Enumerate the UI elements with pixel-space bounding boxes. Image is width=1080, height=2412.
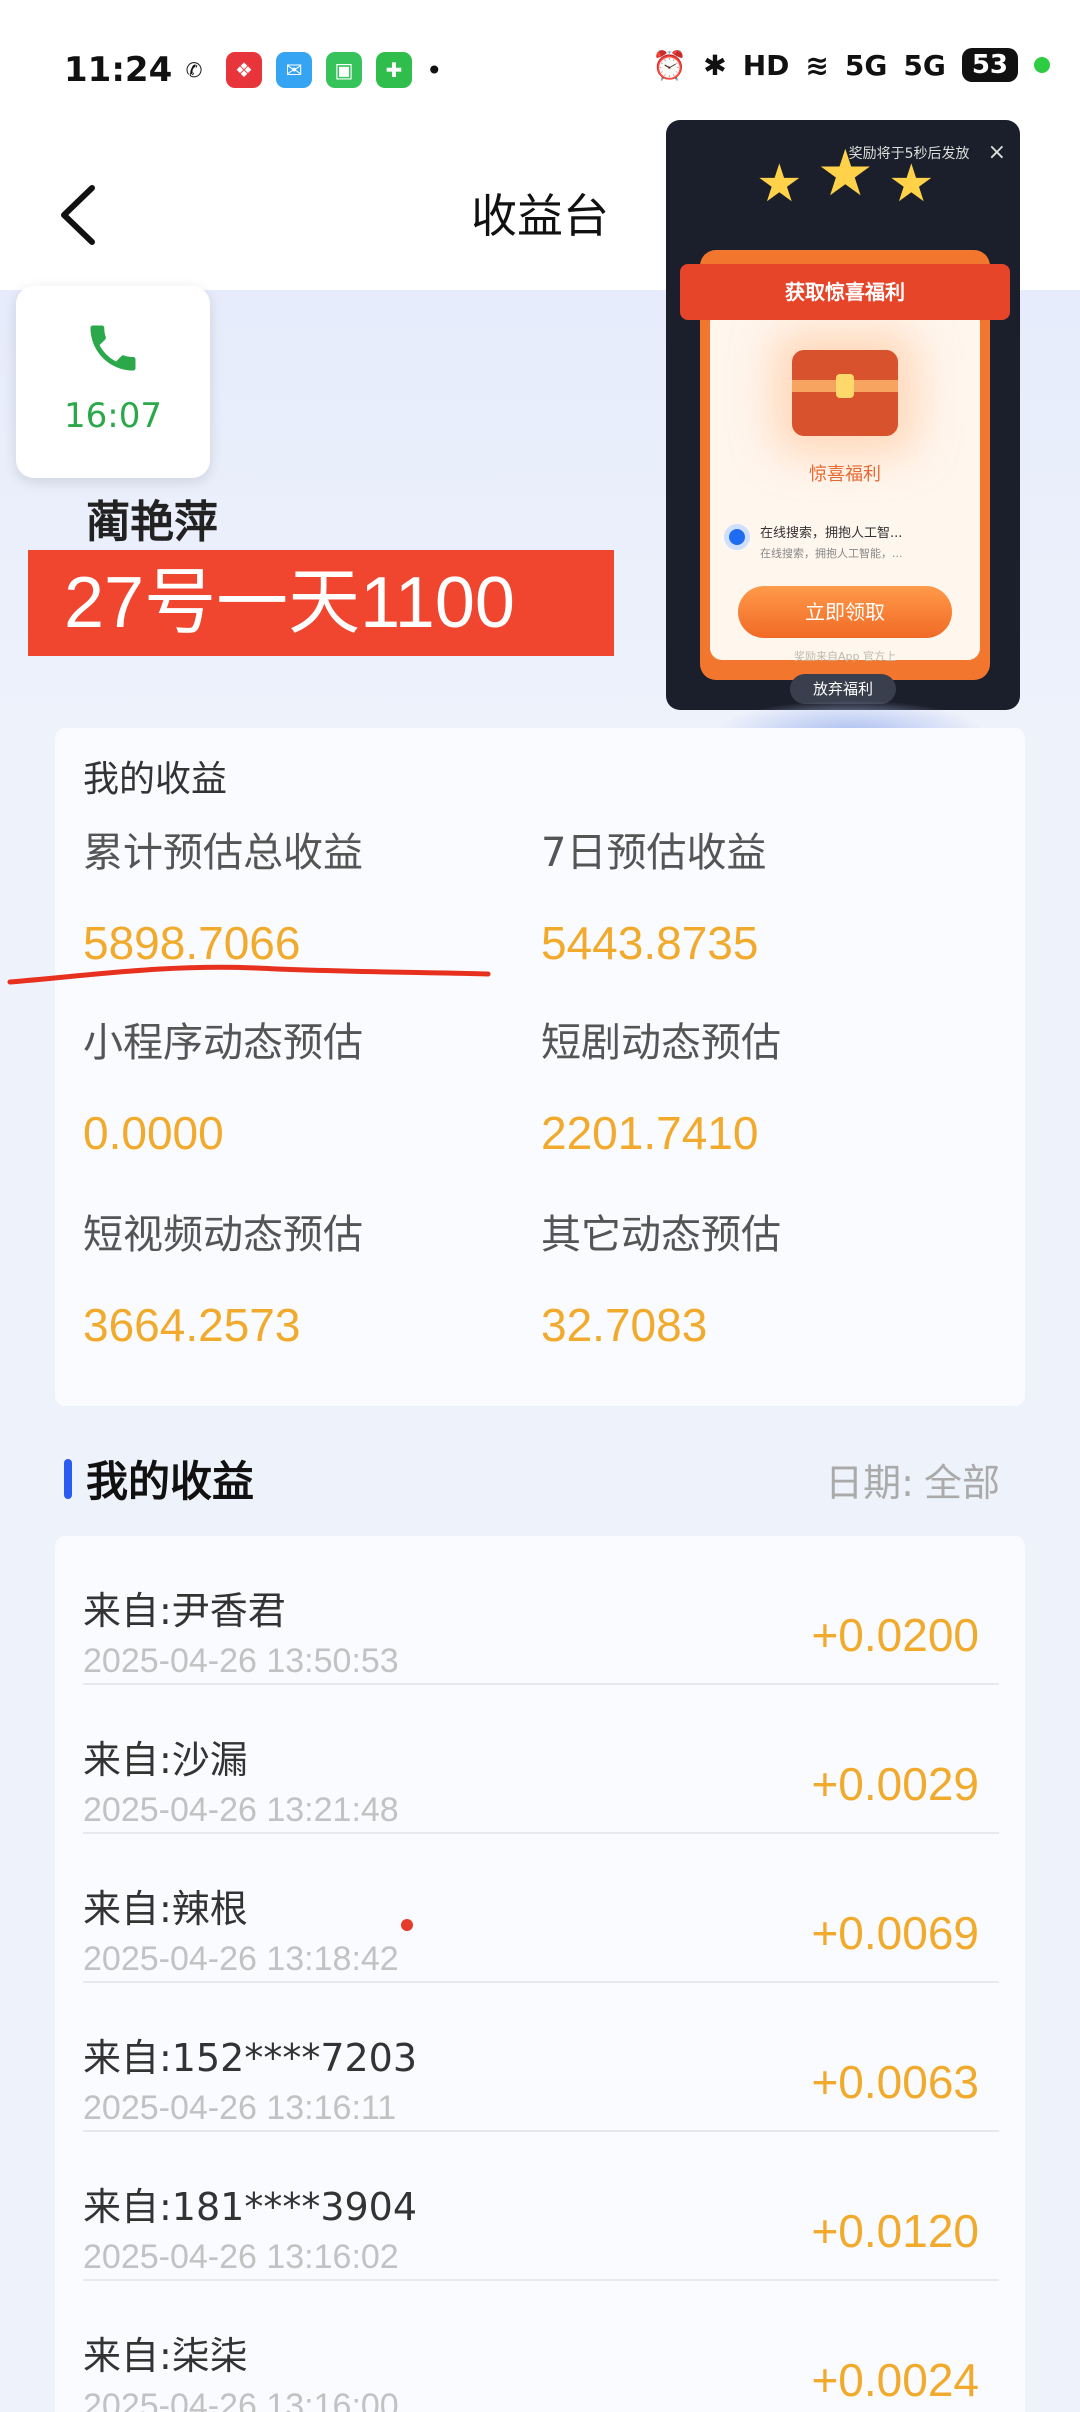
reward-card-inner: 惊喜福利 在线搜索，拥抱人工智... 在线搜索，拥抱人工智能，... 立即领取 …	[710, 310, 980, 663]
reward-ribbon: 获取惊喜福利	[680, 264, 1010, 320]
date-filter[interactable]: 日期: 全部	[825, 1452, 1000, 1507]
app-green-shop-icon: ✚	[376, 52, 412, 88]
claim-button[interactable]: 立即领取	[738, 586, 952, 638]
stat-label: 7日预估收益	[541, 830, 767, 876]
title-accent-bar	[64, 1458, 72, 1499]
signal-5g-1-icon: 5G	[844, 48, 888, 82]
bluetooth-icon: ✱	[703, 48, 727, 82]
row-amount: +0.0120	[811, 2205, 979, 2257]
row-source: 来自:尹香君	[83, 1589, 286, 1633]
wechat-icon: ✆	[176, 52, 212, 88]
row-source: 来自:152****7203	[83, 2036, 418, 2080]
red-underline-annotation	[7, 964, 491, 985]
list-item[interactable]: 来自:181****3904 2025-04-26 13:16:02 +0.01…	[83, 2132, 999, 2281]
stat-short-drama: 短剧动态预估 2201.7410	[541, 1010, 981, 1160]
app-promo-title: 在线搜索，拥抱人工智...	[760, 526, 903, 541]
list-item[interactable]: 来自:沙漏 2025-04-26 13:21:48 +0.0029	[83, 1685, 999, 1834]
reward-popup: 奖励将于5秒后发放 × ★ ★ ★ 惊喜福利 在线搜索，拥抱人工智... 在线搜…	[666, 120, 1020, 710]
summary-heading: 我的收益	[83, 759, 228, 800]
stat-label: 小程序动态预估	[83, 1020, 363, 1066]
reward-footer: 奖励来自App 官方上	[794, 650, 896, 663]
list-item[interactable]: 来自:辣根 2025-04-26 13:18:42 +0.0069	[83, 1834, 999, 1983]
row-amount: +0.0063	[811, 2056, 979, 2108]
row-time: 2025-04-26 13:50:53	[83, 1642, 399, 1680]
list-item[interactable]: 来自:柒柒 2025-04-26 13:16:00 +0.0024	[83, 2281, 999, 2412]
wifi-icon: ≋	[805, 48, 829, 82]
section-title-text: 我的收益	[86, 1457, 255, 1506]
date-filter-label: 日期:	[825, 1461, 914, 1505]
battery-icon: 53	[961, 48, 1018, 82]
promo-banner: 27号一天1100	[28, 550, 614, 656]
date-filter-value: 全部	[923, 1461, 1000, 1505]
stat-value: 32.7083	[541, 1299, 708, 1351]
row-amount: +0.0200	[811, 1609, 979, 1661]
stat-label: 其它动态预估	[541, 1212, 781, 1258]
floating-call-widget[interactable]: 16:07	[16, 286, 210, 478]
stat-miniprogram: 小程序动态预估 0.0000	[83, 1010, 523, 1160]
row-time: 2025-04-26 13:21:48	[83, 1791, 399, 1829]
app-promo-subtitle: 在线搜索，拥抱人工智能，...	[760, 547, 903, 560]
privacy-indicator-dot	[1034, 57, 1050, 73]
stat-value: 2201.7410	[541, 1107, 759, 1159]
stat-value: 3664.2573	[83, 1299, 301, 1351]
app-promo-row: 在线搜索，拥抱人工智... 在线搜索，拥抱人工智能，...	[724, 524, 903, 564]
stat-label: 短视频动态预估	[83, 1212, 363, 1258]
search-app-icon	[724, 524, 750, 550]
status-indicators: ⏰ ✱ HD ≋ 5G 5G 53	[652, 48, 1050, 82]
hd-icon: HD	[742, 48, 790, 82]
alarm-icon: ⏰	[652, 48, 688, 82]
phone-icon	[16, 318, 210, 382]
stat-other: 其它动态预估 32.7083	[541, 1202, 981, 1352]
stars-decoration: ★ ★ ★	[756, 142, 935, 214]
row-amount: +0.0069	[811, 1907, 979, 1959]
close-icon[interactable]: ×	[988, 140, 1006, 165]
row-amount: +0.0024	[811, 2354, 979, 2406]
reward-subtitle: 惊喜福利	[809, 464, 881, 485]
star-icon: ★	[816, 137, 874, 211]
row-amount: +0.0029	[811, 1758, 979, 1810]
status-time: 11:24	[64, 50, 173, 90]
list-item[interactable]: 来自:尹香君 2025-04-26 13:50:53 +0.0200	[83, 1536, 999, 1685]
star-icon: ★	[756, 154, 803, 214]
stat-short-video: 短视频动态预估 3664.2573	[83, 1202, 523, 1352]
earnings-list: 来自:尹香君 2025-04-26 13:50:53 +0.0200 来自:沙漏…	[55, 1536, 1025, 2412]
row-time: 2025-04-26 13:16:00	[83, 2387, 399, 2412]
call-duration: 16:07	[64, 396, 162, 436]
signal-5g-2-icon: 5G	[903, 48, 946, 82]
more-notifications-dot: •	[426, 53, 443, 87]
star-icon: ★	[888, 154, 935, 214]
stat-total: 累计预估总收益 5898.7066	[83, 820, 523, 970]
stat-label: 累计预估总收益	[83, 830, 363, 876]
user-name: 蔺艳萍	[86, 497, 218, 548]
stat-7day: 7日预估收益 5443.8735	[541, 820, 981, 970]
treasure-chest-icon	[792, 350, 898, 436]
app-green-msg-icon: ▣	[326, 52, 362, 88]
stat-label: 短剧动态预估	[541, 1020, 781, 1066]
reward-card: 惊喜福利 在线搜索，拥抱人工智... 在线搜索，拥抱人工智能，... 立即领取 …	[680, 250, 1010, 680]
row-source: 来自:辣根	[83, 1887, 248, 1931]
list-item[interactable]: 来自:152****7203 2025-04-26 13:16:11 +0.00…	[83, 1983, 999, 2132]
app-red-icon: ❖	[226, 52, 262, 88]
app-blue-icon: ✉	[276, 52, 312, 88]
row-time: 2025-04-26 13:16:11	[83, 2089, 397, 2127]
row-source: 来自:181****3904	[83, 2185, 418, 2229]
section-title: 我的收益	[64, 1448, 254, 1509]
row-time: 2025-04-26 13:18:42	[83, 1940, 399, 1978]
row-source: 来自:沙漏	[83, 1738, 248, 1782]
stat-value: 0.0000	[83, 1107, 224, 1159]
status-bar: 11:24 ✆ ❖ ✉ ▣ ✚ • ⏰ ✱ HD ≋ 5G 5G 53	[0, 0, 1080, 140]
status-app-icons: ✆ ❖ ✉ ▣ ✚ •	[176, 52, 443, 88]
red-dot-annotation	[401, 1919, 413, 1931]
earnings-summary-card: 我的收益 累计预估总收益 5898.7066 7日预估收益 5443.8735 …	[55, 728, 1025, 1406]
row-time: 2025-04-26 13:16:02	[83, 2238, 399, 2276]
row-source: 来自:柒柒	[83, 2334, 248, 2378]
stat-value: 5443.8735	[541, 917, 759, 969]
